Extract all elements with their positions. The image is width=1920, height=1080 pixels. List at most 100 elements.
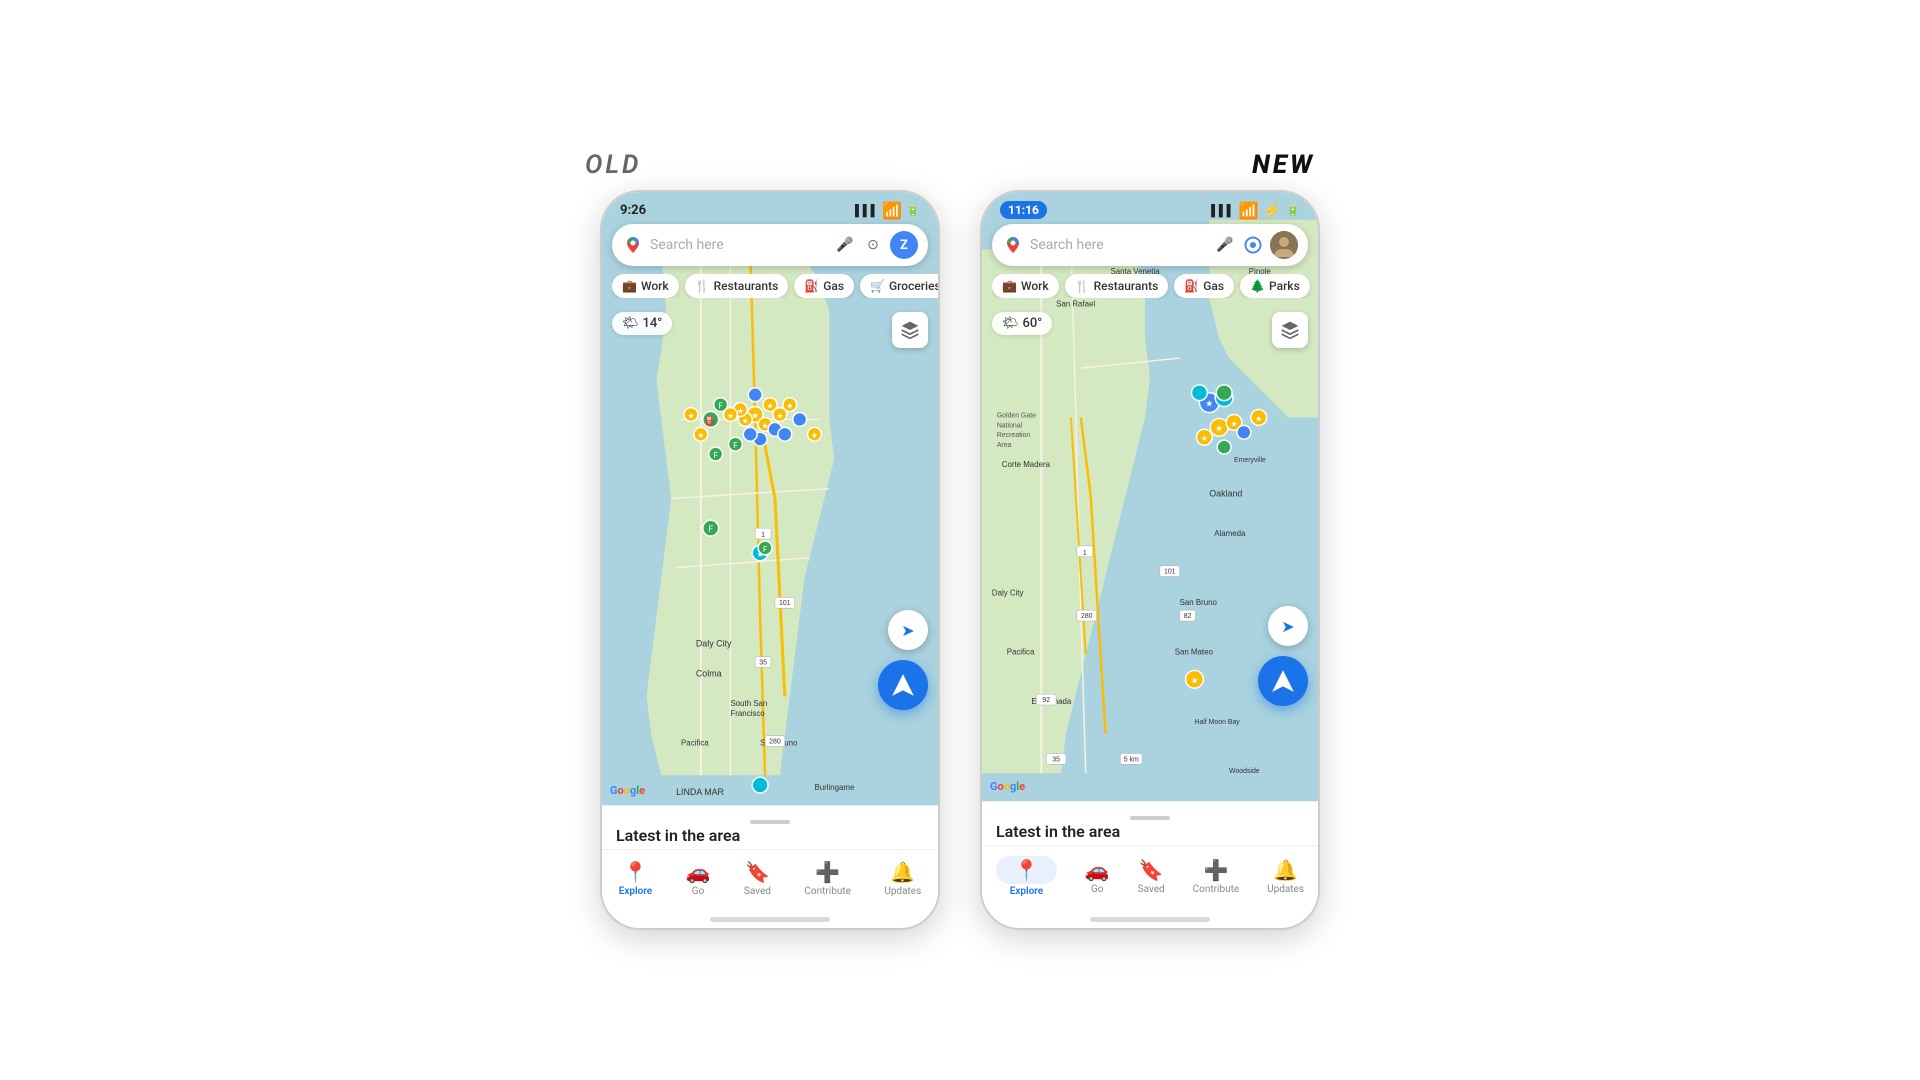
svg-text:Half Moon Bay: Half Moon Bay [1194, 719, 1240, 726]
old-search-bar-overlay: Search here 🎤 ⊙ Z [612, 224, 928, 266]
new-chip-parks[interactable]: 🌲 Parks [1240, 274, 1310, 298]
new-restaurants-chip-icon: 🍴 [1075, 279, 1090, 293]
new-navigate-fab[interactable] [1258, 656, 1308, 706]
old-map-area[interactable]: Daly City Colma South San Francisco Paci… [602, 192, 938, 805]
new-nav-go[interactable]: 🚗 Go [1077, 854, 1118, 899]
new-location-button[interactable]: ➤ [1268, 606, 1308, 646]
old-nav-saved[interactable]: 🔖 Saved [736, 856, 779, 901]
voice-search-icon[interactable]: 🎤 [834, 234, 856, 256]
new-explore-icon: 📍 [1014, 858, 1039, 882]
chip-restaurants[interactable]: 🍴 Restaurants [685, 274, 789, 298]
explore-label: Explore [619, 886, 652, 897]
svg-text:F: F [733, 441, 738, 450]
contribute-label: Contribute [804, 886, 851, 897]
svg-text:35: 35 [1052, 756, 1060, 763]
chip-gas-label: Gas [823, 279, 844, 293]
svg-text:Recreation: Recreation [997, 432, 1031, 439]
svg-text:1: 1 [1083, 550, 1087, 557]
svg-text:Francisco: Francisco [730, 709, 765, 718]
new-nav-saved[interactable]: 🔖 Saved [1130, 854, 1173, 899]
svg-text:Pacifica: Pacifica [681, 739, 709, 748]
new-chip-parks-label: Parks [1269, 279, 1300, 293]
old-layers-button[interactable] [892, 312, 928, 348]
new-saved-icon: 🔖 [1139, 858, 1164, 882]
svg-text:Woodside: Woodside [1229, 768, 1260, 775]
old-location-button[interactable]: ➤ [888, 610, 928, 650]
new-explore-label: Explore [1010, 886, 1043, 897]
new-weather-icon: 🌤 [1002, 316, 1019, 331]
svg-text:Golden Gate: Golden Gate [997, 412, 1036, 419]
saved-label: Saved [744, 886, 771, 897]
svg-text:San Rafael: San Rafael [1056, 300, 1095, 309]
old-status-icons: ▌▌▌ 📶 🔋 [855, 201, 920, 220]
old-nav-explore[interactable]: 📍 Explore [611, 856, 660, 901]
new-layers-button[interactable] [1272, 312, 1308, 348]
gas-chip-icon: ⛽ [804, 279, 819, 293]
new-chip-gas[interactable]: ⛽ Gas [1174, 274, 1234, 298]
new-nav-explore[interactable]: 📍 Explore [988, 852, 1065, 901]
old-temperature: 14° [643, 316, 663, 331]
svg-text:1: 1 [761, 532, 765, 539]
old-home-indicator [710, 917, 830, 922]
chip-groceries[interactable]: 🛒 Groceries [860, 274, 938, 298]
new-nav-contribute[interactable]: ➕ Contribute [1185, 854, 1248, 899]
old-version-label: OLD [585, 150, 641, 180]
old-search-bar[interactable]: Search here 🎤 ⊙ Z [612, 224, 928, 266]
old-nav-contribute[interactable]: ➕ Contribute [796, 856, 859, 901]
old-latest-text: Latest in the area [616, 826, 740, 845]
new-latest-area: Latest in the area [982, 801, 1318, 845]
lens-search-icon[interactable]: ⊙ [862, 234, 884, 256]
chip-work[interactable]: 💼 Work [612, 274, 679, 298]
new-weather-badge: 🌤 60° [992, 312, 1052, 335]
new-chips-row: 💼 Work 🍴 Restaurants ⛽ Gas 🌲 Parks [992, 274, 1318, 298]
explore-pill: 📍 [996, 856, 1057, 884]
svg-text:F: F [718, 402, 723, 411]
saved-icon: 🔖 [745, 860, 770, 884]
new-user-avatar[interactable] [1270, 231, 1298, 259]
new-status-icons: ▌▌▌ 📶 ⚡ 🔋 [1211, 201, 1300, 220]
new-work-chip-icon: 💼 [1002, 279, 1017, 293]
new-slide-handle [1130, 816, 1170, 820]
chip-work-label: Work [641, 279, 669, 293]
new-map-area[interactable]: Corte Madera Daly City Pacifica El Grana… [982, 192, 1318, 801]
new-chip-work[interactable]: 💼 Work [992, 274, 1059, 298]
svg-text:Pacifica: Pacifica [1007, 648, 1035, 657]
svg-text:101: 101 [779, 600, 791, 607]
svg-text:★: ★ [776, 411, 783, 420]
new-lightning-icon: ⚡ [1262, 201, 1282, 220]
new-saved-label: Saved [1138, 884, 1165, 895]
svg-text:South San: South San [730, 699, 767, 708]
svg-text:280: 280 [1081, 613, 1093, 620]
new-status-bar: 11:16 ▌▌▌ 📶 ⚡ 🔋 [982, 192, 1318, 224]
new-gas-chip-icon: ⛽ [1184, 279, 1199, 293]
old-weather-icon: 🌤 [622, 316, 639, 331]
go-icon: 🚗 [686, 860, 711, 884]
svg-text:★: ★ [687, 411, 694, 420]
user-avatar[interactable]: Z [890, 231, 918, 259]
old-navigate-fab[interactable] [878, 660, 928, 710]
svg-text:★: ★ [786, 402, 793, 411]
old-search-icons: 🎤 ⊙ Z [834, 231, 918, 259]
svg-text:Burlingame: Burlingame [814, 783, 855, 792]
chip-groceries-label: Groceries [889, 279, 938, 293]
old-weather-badge: 🌤 14° [612, 312, 672, 335]
phones-comparison: Daly City Colma South San Francisco Paci… [600, 190, 1320, 930]
go-label: Go [692, 886, 705, 897]
old-nav-go[interactable]: 🚗 Go [678, 856, 719, 901]
old-nav-updates[interactable]: 🔔 Updates [876, 856, 929, 901]
new-nav-updates[interactable]: 🔔 Updates [1259, 854, 1312, 899]
svg-text:San Bruno: San Bruno [1180, 598, 1218, 607]
chip-gas[interactable]: ⛽ Gas [794, 274, 854, 298]
svg-text:Alameda: Alameda [1214, 529, 1246, 538]
new-lens-search-icon[interactable] [1242, 234, 1264, 256]
svg-text:★: ★ [742, 416, 749, 425]
svg-text:35: 35 [759, 660, 767, 667]
new-search-placeholder: Search here [1030, 237, 1208, 253]
old-phone-frame: Daly City Colma South San Francisco Paci… [600, 190, 940, 930]
new-chip-restaurants[interactable]: 🍴 Restaurants [1065, 274, 1169, 298]
new-search-bar[interactable]: Search here 🎤 [992, 224, 1308, 266]
new-voice-search-icon[interactable]: 🎤 [1214, 234, 1236, 256]
old-bottom-nav: 📍 Explore 🚗 Go 🔖 Saved ➕ Contribute 🔔 [602, 849, 938, 913]
svg-text:★: ★ [1205, 400, 1213, 410]
old-latest-area: Latest in the area [602, 805, 938, 849]
